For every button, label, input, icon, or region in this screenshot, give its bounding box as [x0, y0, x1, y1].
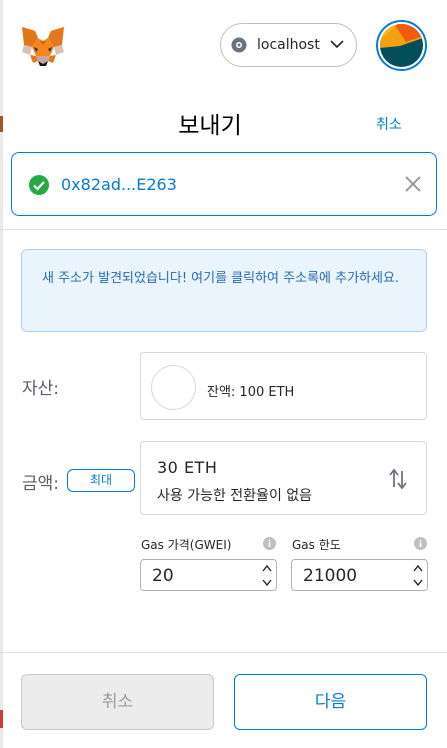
recipient-address: 0x82ad...E263 — [61, 175, 177, 194]
conversion-note: 사용 가능한 전환율이 없음 — [157, 488, 313, 504]
close-icon[interactable] — [404, 175, 422, 193]
window-edge-mark — [0, 710, 3, 728]
new-address-banner[interactable]: 새 주소가 발견되었습니다! 여기를 클릭하여 주소록에 추가하세요. — [21, 249, 427, 332]
network-status-icon — [231, 37, 247, 53]
gas-price-input[interactable]: 20 — [140, 559, 277, 591]
amount-label: 금액: — [22, 474, 60, 494]
token-icon — [151, 365, 196, 410]
gas-limit-value: 21000 — [303, 566, 358, 586]
check-circle-icon — [29, 175, 49, 195]
metamask-fox-icon[interactable] — [20, 25, 66, 67]
header-cancel-link[interactable]: 취소 — [376, 114, 402, 134]
recipient-field[interactable]: 0x82ad...E263 — [11, 152, 437, 216]
app-header: localhost — [0, 0, 447, 92]
swap-arrows-icon[interactable] — [388, 468, 408, 490]
asset-label: 자산: — [22, 379, 60, 399]
identicon — [380, 24, 423, 67]
network-selector[interactable]: localhost — [220, 23, 357, 67]
divider — [0, 229, 447, 230]
amount-input[interactable]: 30 ETH 사용 가능한 전환율이 없음 — [140, 441, 427, 515]
gas-limit-input[interactable]: 21000 — [291, 559, 428, 591]
gas-price-label: Gas 가격(GWEI) — [141, 538, 232, 552]
page-title: 보내기 — [178, 113, 242, 139]
asset-selector[interactable]: 잔액: 100 ETH — [140, 352, 427, 420]
chevron-down-icon — [330, 40, 344, 49]
gas-price-value: 20 — [152, 566, 174, 586]
stepper-arrows-icon[interactable] — [262, 563, 272, 588]
cancel-button[interactable]: 취소 — [21, 674, 214, 730]
divider — [0, 652, 447, 653]
info-icon[interactable] — [263, 537, 276, 550]
asset-balance: 잔액: 100 ETH — [207, 385, 295, 400]
amount-value: 30 ETH — [157, 458, 218, 477]
stepper-arrows-icon[interactable] — [413, 563, 423, 588]
network-name: localhost — [257, 37, 320, 53]
max-button[interactable]: 최대 — [67, 469, 135, 492]
info-icon[interactable] — [414, 537, 427, 550]
gas-limit-label: Gas 한도 — [292, 538, 341, 552]
account-avatar[interactable] — [376, 20, 427, 71]
next-button[interactable]: 다음 — [234, 674, 427, 730]
